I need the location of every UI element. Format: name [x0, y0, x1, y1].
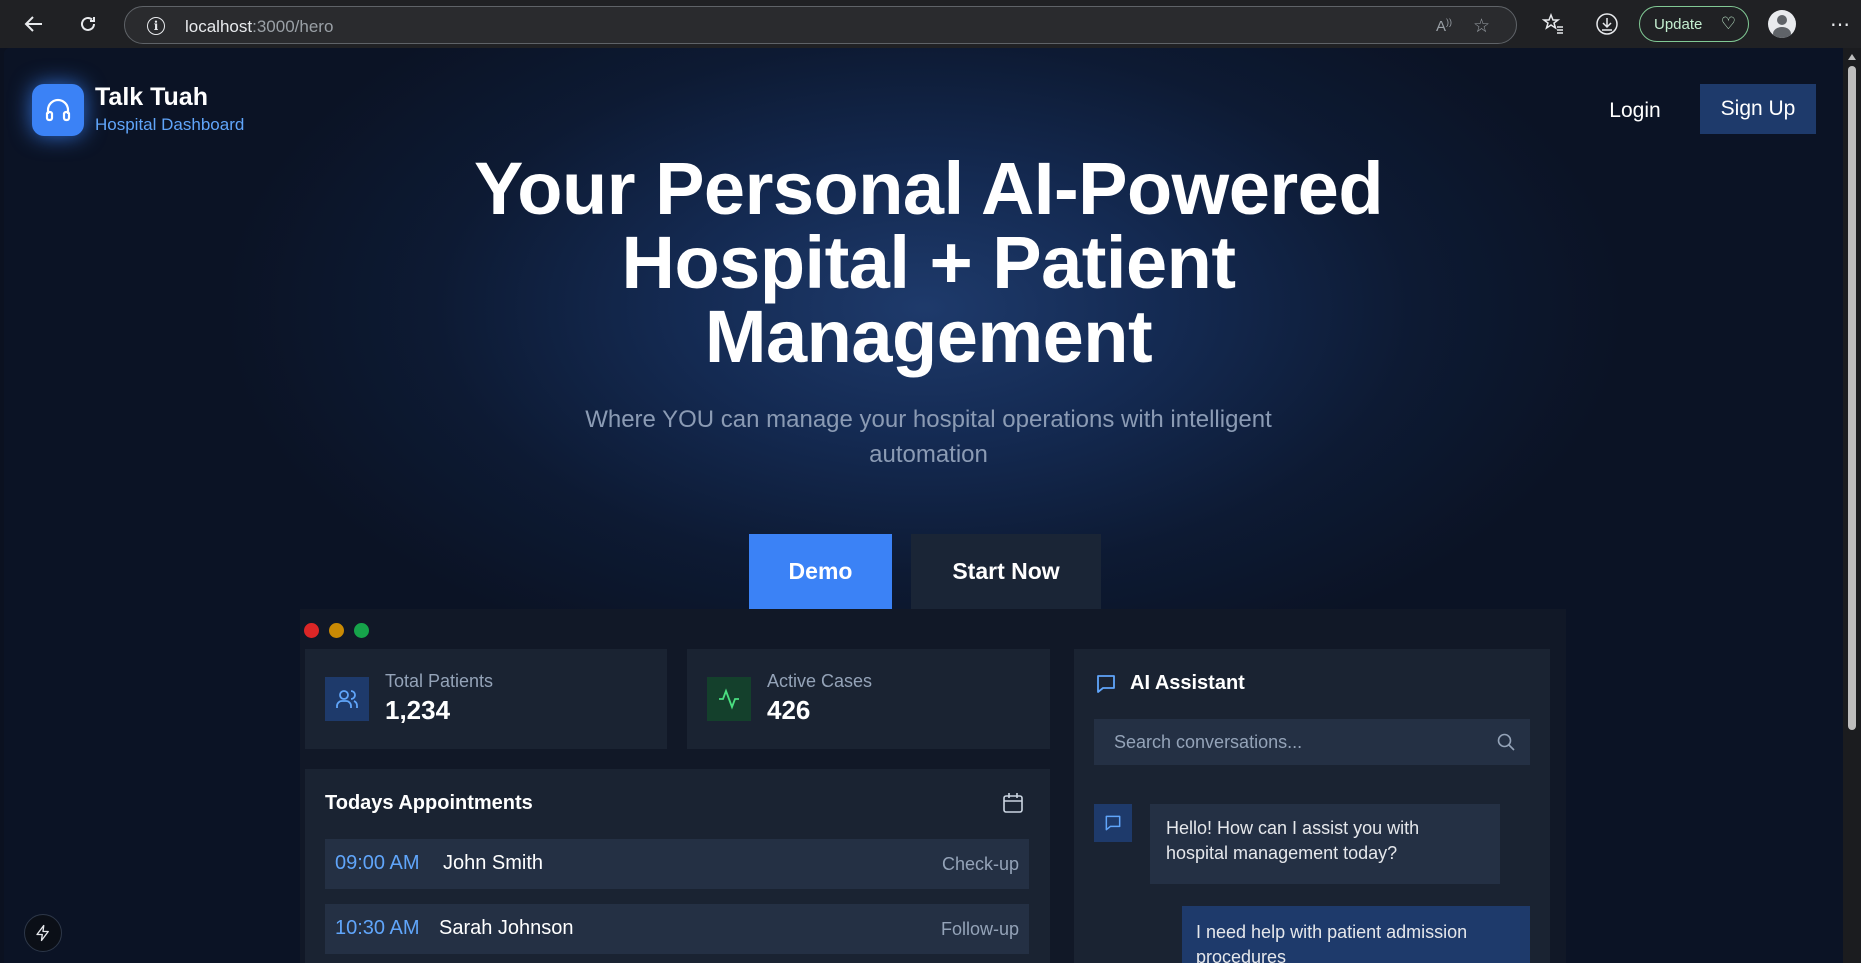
appointment-type: Follow-up: [940, 919, 1019, 939]
appointment-type: Check-up: [941, 854, 1019, 874]
reload-icon[interactable]: [74, 10, 102, 38]
lightning-bolt-icon[interactable]: [24, 914, 62, 952]
appointment-patient: Sarah Johnson: [439, 917, 574, 939]
message-line: hospital management today?: [1166, 843, 1398, 863]
user-message: I need help with patient admission proce…: [1182, 906, 1530, 963]
read-aloud-icon[interactable]: A)): [1436, 17, 1452, 35]
favorite-star-icon[interactable]: ☆: [1473, 15, 1490, 38]
appointment-row[interactable]: 10:30 AM Sarah Johnson Follow-up: [325, 904, 1029, 954]
appointments-card: Todays Appointments 09:00 AM John Smith …: [305, 769, 1050, 963]
headphones-logo-icon: [32, 83, 84, 136]
scroll-up-arrow-icon[interactable]: [1848, 54, 1856, 60]
browser-essentials-icon: ♡: [1720, 14, 1736, 33]
hero-title-line: Management: [704, 295, 1153, 378]
ai-assistant-card: AI Assistant Hello! How can I assist you…: [1074, 649, 1550, 963]
chat-bubble-icon: [1094, 672, 1118, 701]
message-line: I need help with patient admission: [1196, 922, 1468, 942]
url-text[interactable]: localhost:3000/hero: [185, 17, 333, 37]
bot-message: Hello! How can I assist you with hospita…: [1150, 804, 1500, 884]
signup-button[interactable]: Sign Up: [1700, 84, 1816, 134]
page-scrollbar[interactable]: [1843, 48, 1861, 963]
profile-avatar[interactable]: [1768, 10, 1796, 38]
search-icon[interactable]: [1496, 732, 1516, 757]
brand-title: Talk Tuah: [95, 83, 208, 111]
hero-title-line: Hospital + Patient: [621, 221, 1236, 304]
brand[interactable]: Talk Tuah Hospital Dashboard: [32, 82, 244, 137]
address-bar[interactable]: i localhost:3000/hero A)) ☆: [124, 6, 1517, 44]
update-label: Update: [1654, 15, 1703, 33]
stat-value: 426: [767, 695, 811, 725]
appointment-time: 09:00 AM: [335, 852, 420, 874]
login-button[interactable]: Login: [1594, 86, 1676, 136]
hero-page: Talk Tuah Hospital Dashboard Login Sign …: [4, 48, 1843, 963]
hero-title: Your Personal AI-Powered Hospital + Pati…: [304, 152, 1553, 374]
site-info-icon[interactable]: i: [147, 17, 165, 35]
stat-label: Active Cases: [767, 671, 873, 691]
conversation-search: [1094, 719, 1530, 765]
stat-card-active-cases: Active Cases 426: [687, 649, 1050, 749]
back-arrow-icon[interactable]: [20, 10, 48, 38]
favorites-icon[interactable]: [1539, 10, 1567, 38]
more-menu-icon[interactable]: ⋯: [1826, 10, 1854, 38]
hero-subtitle-line: Where YOU can manage your hospital opera…: [585, 406, 1272, 433]
window-dot-red: [304, 623, 319, 638]
brand-subtitle: Hospital Dashboard: [95, 115, 245, 134]
calendar-icon[interactable]: [1001, 791, 1025, 820]
hero-subtitle: Where YOU can manage your hospital opera…: [514, 402, 1343, 472]
window-dot-green: [354, 623, 369, 638]
downloads-icon[interactable]: [1593, 10, 1621, 38]
appointment-time: 10:30 AM: [335, 917, 420, 939]
users-icon: [325, 677, 369, 721]
activity-icon: [707, 677, 751, 721]
message-line: procedures: [1196, 947, 1287, 963]
start-now-button[interactable]: Start Now: [911, 534, 1101, 609]
hero-subtitle-line: automation: [869, 441, 988, 468]
bot-avatar-icon: [1094, 804, 1132, 842]
browser-toolbar: i localhost:3000/hero A)) ☆ Update ♡ ⋯: [0, 0, 1861, 48]
update-button[interactable]: Update ♡: [1639, 6, 1749, 42]
stat-card-total-patients: Total Patients 1,234: [305, 649, 667, 749]
search-input[interactable]: [1094, 719, 1494, 765]
appointments-title: Todays Appointments: [325, 792, 533, 814]
ai-assistant-title: AI Assistant: [1130, 672, 1245, 694]
stat-label: Total Patients: [385, 671, 494, 691]
appointment-patient: John Smith: [443, 852, 544, 874]
window-dot-yellow: [329, 623, 344, 638]
demo-button[interactable]: Demo: [749, 534, 892, 609]
appointment-row[interactable]: 09:00 AM John Smith Check-up: [325, 839, 1029, 889]
stat-value: 1,234: [385, 695, 451, 725]
hero-title-line: Your Personal AI-Powered: [473, 147, 1384, 230]
scrollbar-thumb[interactable]: [1848, 66, 1856, 730]
dashboard-preview: Total Patients 1,234 Active Cases 426 To…: [300, 609, 1566, 963]
message-line: Hello! How can I assist you with: [1166, 818, 1420, 838]
